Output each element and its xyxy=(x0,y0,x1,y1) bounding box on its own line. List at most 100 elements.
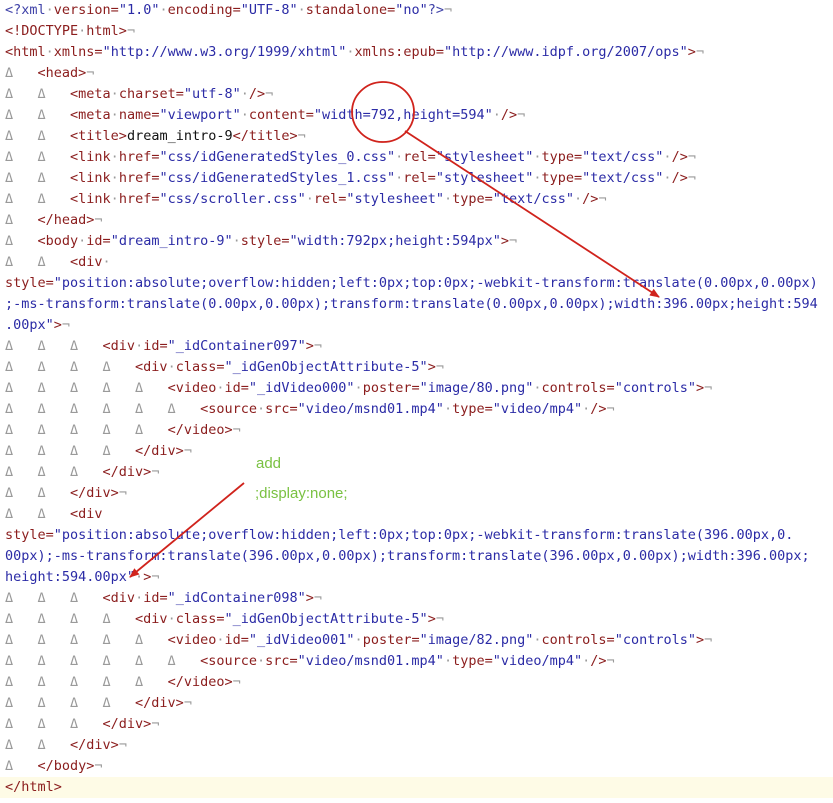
code-token: · xyxy=(102,254,111,270)
code-line[interactable]: Δ </head>¬ xyxy=(0,210,833,231)
code-line[interactable]: <html·xmlns="http://www.w3.org/1999/xhtm… xyxy=(0,42,833,63)
code-line[interactable]: Δ Δ Δ Δ <div·class="_idGenObjectAttribut… xyxy=(0,609,833,630)
code-line[interactable]: Δ Δ Δ Δ </div>¬ xyxy=(0,441,833,462)
code-token: href= xyxy=(118,149,160,165)
code-line[interactable]: <!DOCTYPE·html>¬ xyxy=(0,21,833,42)
code-line[interactable]: Δ Δ Δ Δ Δ Δ <source·src="video/msnd01.mp… xyxy=(0,399,833,420)
code-line[interactable]: height:594.00px"·>¬ xyxy=(0,567,833,588)
code-token: ¬ xyxy=(265,86,274,102)
code-token: "_idContainer098" xyxy=(167,590,306,606)
code-line[interactable]: Δ Δ Δ Δ Δ </video>¬ xyxy=(0,420,833,441)
code-line[interactable]: Δ Δ Δ Δ Δ </video>¬ xyxy=(0,672,833,693)
code-line[interactable]: ;-ms-transform:translate(0.00px,0.00px);… xyxy=(0,294,833,315)
code-token: id= xyxy=(86,233,111,249)
code-token: · xyxy=(135,590,144,606)
code-token: > xyxy=(427,611,436,627)
code-line[interactable]: </html> xyxy=(0,777,833,798)
code-line[interactable]: Δ Δ Δ Δ Δ Δ <source·src="video/msnd01.mp… xyxy=(0,651,833,672)
code-line[interactable]: Δ Δ Δ <div·id="_idContainer097">¬ xyxy=(0,336,833,357)
code-token: · xyxy=(354,380,363,396)
code-token: · xyxy=(533,632,542,648)
code-token: /> xyxy=(671,170,688,186)
code-token: · xyxy=(533,149,542,165)
code-token: · xyxy=(110,107,119,123)
code-token: poster= xyxy=(362,380,420,396)
code-token: html> xyxy=(86,23,127,39)
code-line[interactable]: Δ Δ Δ Δ Δ <video·id="_idVideo000"·poster… xyxy=(0,378,833,399)
code-line[interactable]: Δ </body>¬ xyxy=(0,756,833,777)
code-line[interactable]: <?xml·version="1.0"·encoding="UTF-8"·sta… xyxy=(0,0,833,21)
code-token: style= xyxy=(240,233,290,249)
code-line[interactable]: Δ Δ Δ Δ Δ <video·id="_idVideo001"·poster… xyxy=(0,630,833,651)
code-token: /> xyxy=(582,191,599,207)
code-token: "_idVideo000" xyxy=(248,380,355,396)
code-token: "controls" xyxy=(614,632,696,648)
code-token: <div xyxy=(102,590,136,606)
code-line[interactable]: .00px">¬ xyxy=(0,315,833,336)
code-token: standalone= xyxy=(305,2,396,18)
code-token: · xyxy=(297,2,306,18)
code-line[interactable]: Δ Δ <meta·charset="utf-8"·/>¬ xyxy=(0,84,833,105)
code-line[interactable]: style="position:absolute;overflow:hidden… xyxy=(0,273,833,294)
code-line[interactable]: Δ Δ </div>¬ xyxy=(0,735,833,756)
code-token: > xyxy=(695,380,705,396)
code-token: · xyxy=(443,191,453,207)
code-token: version= xyxy=(53,2,119,18)
code-token: ¬ xyxy=(151,716,160,732)
code-token: Δ Δ Δ Δ Δ xyxy=(5,380,168,396)
code-token: "video/msnd01.mp4" xyxy=(297,653,444,669)
code-token: > xyxy=(305,590,314,606)
code-token: Δ Δ xyxy=(5,149,71,165)
code-token: · xyxy=(240,86,249,102)
code-token: </body> xyxy=(37,758,95,774)
code-token: <source xyxy=(200,401,257,417)
code-line[interactable]: Δ Δ Δ </div>¬ xyxy=(0,714,833,735)
code-editor[interactable]: <?xml·version="1.0"·encoding="UTF-8"·sta… xyxy=(0,0,833,803)
code-token: <div xyxy=(135,611,168,627)
code-line[interactable]: Δ <head>¬ xyxy=(0,63,833,84)
code-line[interactable]: Δ <body·id="dream_intro-9"·style="width:… xyxy=(0,231,833,252)
code-token: /> xyxy=(590,401,607,417)
code-token: <meta xyxy=(70,86,111,102)
code-line[interactable]: Δ Δ Δ </div>¬ xyxy=(0,462,833,483)
code-token: <source xyxy=(200,653,257,669)
code-line[interactable]: Δ Δ <meta·name="viewport"·content="width… xyxy=(0,105,833,126)
code-token: "width=792,height=594" xyxy=(313,107,493,123)
code-token: /> xyxy=(500,107,518,123)
code-line[interactable]: Δ Δ <link·href="css/idGeneratedStyles_0.… xyxy=(0,147,833,168)
code-line[interactable]: Δ Δ Δ <div·id="_idContainer098">¬ xyxy=(0,588,833,609)
code-token: · xyxy=(256,401,266,417)
code-token: · xyxy=(305,191,314,207)
code-token: Δ Δ xyxy=(5,737,71,753)
code-token: </div> xyxy=(102,716,152,732)
code-token: > xyxy=(687,44,696,60)
code-token: Δ Δ Δ Δ Δ xyxy=(5,674,168,690)
code-token: charset= xyxy=(118,86,184,102)
code-token: · xyxy=(240,107,249,123)
code-token: id= xyxy=(143,338,168,354)
code-token: Δ Δ Δ Δ xyxy=(5,611,136,627)
code-line[interactable]: style="position:absolute;overflow:hidden… xyxy=(0,525,833,546)
code-line[interactable]: Δ Δ <div· xyxy=(0,252,833,273)
code-token: "stylesheet" xyxy=(346,191,444,207)
code-line[interactable]: Δ Δ Δ Δ <div·class="_idGenObjectAttribut… xyxy=(0,357,833,378)
code-token: /> xyxy=(671,149,688,165)
code-token: Δ xyxy=(5,212,38,228)
code-line[interactable]: Δ Δ Δ Δ </div>¬ xyxy=(0,693,833,714)
code-line[interactable]: Δ Δ </div>¬ xyxy=(0,483,833,504)
code-line[interactable]: Δ Δ <div xyxy=(0,504,833,525)
code-line[interactable]: 00px);-ms-transform:translate(396.00px,0… xyxy=(0,546,833,567)
code-token: type= xyxy=(452,653,493,669)
code-token: ¬ xyxy=(443,2,453,18)
code-token: Δ Δ xyxy=(5,170,71,186)
code-token: ¬ xyxy=(118,485,127,501)
code-token: ¬ xyxy=(695,44,705,60)
code-token: ¬ xyxy=(704,380,713,396)
code-token: <link xyxy=(70,170,111,186)
code-line[interactable]: Δ Δ <link·href="css/scroller.css"·rel="s… xyxy=(0,189,833,210)
code-token: · xyxy=(167,359,176,375)
code-line[interactable]: Δ Δ <link·href="css/idGeneratedStyles_1.… xyxy=(0,168,833,189)
code-token: "_idGenObjectAttribute-5" xyxy=(224,611,428,627)
code-token: ¬ xyxy=(94,758,103,774)
code-line[interactable]: Δ Δ <title>dream_intro-9</title>¬ xyxy=(0,126,833,147)
